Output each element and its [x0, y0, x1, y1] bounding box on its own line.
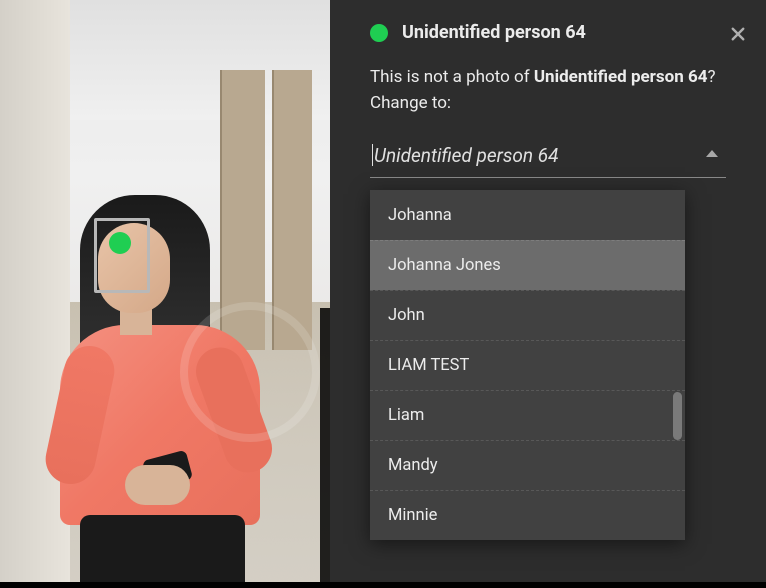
- person-dropdown[interactable]: JohannaJohanna JonesJohnLIAM TESTLiamMan…: [370, 190, 685, 540]
- scrollbar-track[interactable]: [674, 196, 682, 534]
- photo-preview: [0, 0, 330, 582]
- close-icon: [729, 25, 747, 43]
- person-option[interactable]: Minnie: [370, 490, 685, 540]
- status-dot-icon: [370, 24, 388, 42]
- person-dropdown-list: JohannaJohanna JonesJohnLIAM TESTLiamMan…: [370, 190, 685, 540]
- prompt-subject: Unidentified person 64: [534, 67, 708, 87]
- person-option[interactable]: Johanna Jones: [370, 240, 685, 290]
- face-status-dot-icon: [109, 232, 131, 254]
- person-select[interactable]: Unidentified person 64: [370, 134, 726, 178]
- panel-title: Unidentified person 64: [402, 22, 586, 43]
- person-select-input[interactable]: Unidentified person 64: [370, 134, 726, 178]
- person-option[interactable]: Mandy: [370, 440, 685, 490]
- person-option[interactable]: Liam: [370, 390, 685, 440]
- scrollbar-thumb[interactable]: [673, 392, 682, 440]
- close-button[interactable]: [724, 20, 752, 48]
- prompt-text: This is not a photo of Unidentified pers…: [330, 53, 766, 116]
- prompt-pre: This is not a photo of: [370, 67, 534, 87]
- person-option[interactable]: Johanna: [370, 190, 685, 240]
- panel-header: Unidentified person 64: [330, 0, 766, 53]
- photo-scene: [0, 0, 330, 582]
- watermark-icon: [180, 302, 320, 442]
- chevron-up-icon: [706, 150, 718, 157]
- person-option[interactable]: LIAM TEST: [370, 340, 685, 390]
- person-option[interactable]: John: [370, 290, 685, 340]
